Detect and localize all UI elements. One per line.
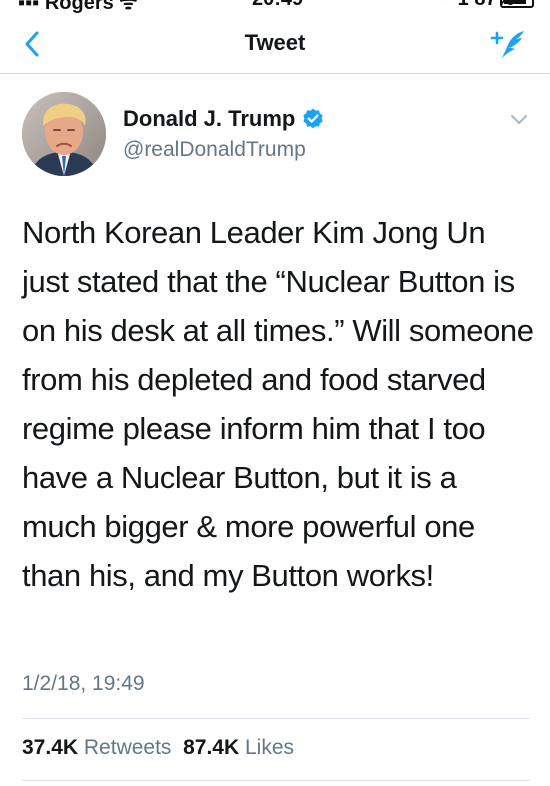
retweets-label: Retweets bbox=[83, 736, 172, 759]
verified-badge-icon bbox=[303, 108, 323, 129]
author-display-name: Donald J. Trump bbox=[123, 106, 296, 131]
carrier-signal: ▪▪▪ Rogers ᯤ bbox=[18, 0, 138, 14]
status-time: 20:49 bbox=[252, 0, 303, 11]
likes-count: 87.4K bbox=[183, 736, 240, 759]
retweets-stat[interactable]: 37.4K Retweets bbox=[22, 736, 171, 759]
divider bbox=[22, 718, 530, 719]
chevron-left-icon bbox=[25, 31, 39, 57]
avatar[interactable] bbox=[22, 92, 106, 176]
retweets-count: 37.4K bbox=[22, 736, 79, 759]
tweet-header: Donald J. Trump @realDonaldTrump bbox=[20, 92, 530, 188]
nav-bar: Tweet bbox=[0, 18, 550, 74]
divider bbox=[22, 780, 530, 781]
author-name-row[interactable]: Donald J. Trump bbox=[123, 106, 325, 132]
likes-label: Likes bbox=[245, 736, 295, 759]
back-button[interactable] bbox=[14, 26, 50, 62]
battery-icon bbox=[500, 0, 534, 8]
tweet-stats: 37.4K Retweets 87.4K Likes bbox=[22, 736, 294, 760]
author-handle[interactable]: @realDonaldTrump bbox=[123, 138, 306, 162]
likes-stat[interactable]: 87.4K Likes bbox=[183, 736, 294, 759]
compose-tweet-button[interactable] bbox=[486, 24, 530, 64]
chevron-down-icon[interactable] bbox=[508, 108, 530, 130]
compose-tweet-icon bbox=[490, 31, 524, 59]
status-bar: ▪▪▪ Rogers ᯤ 20:49 ◔ 1 87% bbox=[0, 0, 550, 16]
tweet-timestamp: 1/2/18, 19:49 bbox=[22, 672, 145, 695]
page-title: Tweet bbox=[244, 30, 306, 55]
tweet-text: North Korean Leader Kim Jong Un just sta… bbox=[22, 215, 534, 593]
avatar-image bbox=[22, 92, 106, 176]
